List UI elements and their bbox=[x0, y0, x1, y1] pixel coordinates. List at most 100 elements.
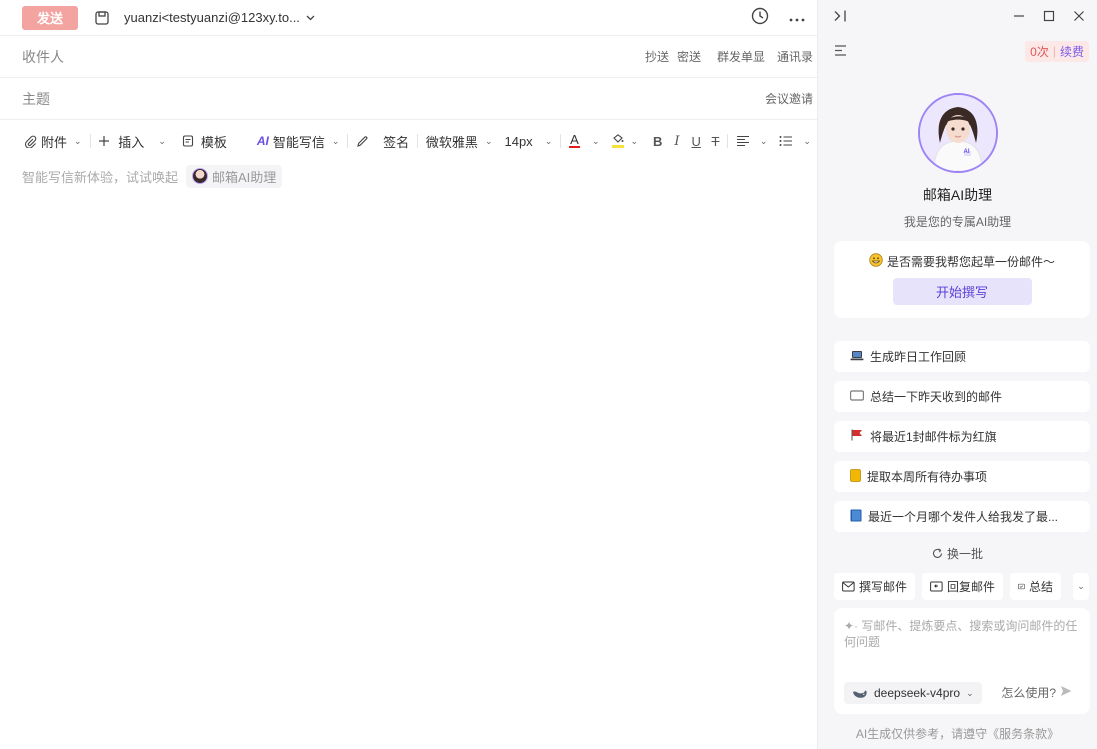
send-button[interactable]: 发送 bbox=[22, 5, 78, 30]
minimize-icon[interactable] bbox=[1013, 10, 1025, 25]
ai-hint-text: 智能写信新体验，试试唤起 bbox=[22, 169, 179, 185]
compose-top-actions bbox=[751, 7, 805, 28]
chevron-down-icon: ⌄ bbox=[966, 687, 974, 698]
font-size-select[interactable]: 14px ⌄ bbox=[498, 134, 558, 149]
ai-assistant-panel: 0次 | 续费 AI 邮箱AI助理 我是您的专属AI助理 是否需要我帮您起草一份… bbox=[818, 0, 1097, 749]
refresh-suggestions-button[interactable]: 换一批 bbox=[818, 545, 1097, 562]
more-options-icon[interactable] bbox=[789, 10, 805, 25]
insert-button[interactable]: 插入 ⌄ bbox=[92, 132, 172, 151]
model-name: deepseek-v4pro bbox=[874, 686, 961, 700]
suggestion-text: 最近一个月哪个发件人给我发了最... bbox=[868, 510, 1059, 524]
how-to-use-link[interactable]: 怎么使用? bbox=[1001, 684, 1056, 701]
underline-button[interactable]: U bbox=[687, 134, 706, 149]
suggestion-item[interactable]: 将最近1封邮件标为红旗 bbox=[834, 421, 1090, 452]
suggestion-item[interactable]: 提取本周所有待办事项 bbox=[834, 461, 1090, 492]
usage-badge[interactable]: 0次 | 续费 bbox=[1025, 40, 1089, 62]
ai-chat-input[interactable]: ✦· 写邮件、提炼要点、搜索或询问邮件的任何问题 deepseek-v4pro … bbox=[834, 608, 1090, 714]
template-label: 模板 bbox=[200, 134, 227, 150]
divider bbox=[89, 134, 91, 148]
quick-actions: 撰写邮件 回复邮件 总结 ⌄ bbox=[834, 573, 1089, 600]
sender-address: yuanzi<testyuanzi@123xy.to... bbox=[124, 10, 300, 25]
suggestion-item[interactable]: 生成昨日工作回顾 bbox=[834, 341, 1090, 372]
menu-icon[interactable] bbox=[834, 44, 847, 59]
ai-assistant-subtitle: 我是您的专属AI助理 bbox=[903, 215, 1012, 229]
refresh-icon bbox=[933, 548, 943, 558]
ai-write-label: 智能写信 bbox=[272, 134, 325, 150]
mail-compose-window: 发送 yuanzi<testyuanzi@123xy.to... 收件人 抄送 bbox=[0, 0, 1097, 749]
start-writing-button[interactable]: 开始撰写 bbox=[892, 278, 1032, 305]
chevron-down-icon: ⌄ bbox=[158, 135, 166, 146]
draft-prompt-text: 是否需要我帮您起草一份邮件～ bbox=[886, 255, 1055, 269]
bold-button[interactable]: B bbox=[648, 134, 667, 149]
quick-action-label: 撰写邮件 bbox=[859, 580, 908, 594]
divider bbox=[560, 134, 561, 148]
pen-icon bbox=[357, 135, 368, 147]
schedule-clock-icon[interactable] bbox=[751, 7, 769, 28]
maximize-icon[interactable] bbox=[1043, 10, 1055, 25]
usage-count: 0次 bbox=[1030, 44, 1049, 59]
italic-button[interactable]: I bbox=[667, 134, 686, 149]
compose-topbar: 发送 yuanzi<testyuanzi@123xy.to... bbox=[0, 0, 817, 36]
close-icon[interactable] bbox=[1073, 10, 1085, 25]
deepseek-whale-icon bbox=[853, 690, 867, 698]
highlight-color-button[interactable]: ⌄ bbox=[606, 134, 645, 148]
usage-separator: | bbox=[1052, 44, 1056, 58]
chevron-down-icon: ⌄ bbox=[630, 135, 639, 146]
send-arrow-icon[interactable] bbox=[1060, 685, 1072, 700]
ai-avatar: AI bbox=[917, 93, 998, 173]
ai-write-button[interactable]: AI 智能写信 ⌄ bbox=[251, 132, 346, 151]
ai-chat-placeholder-row: ✦· 写邮件、提炼要点、搜索或询问邮件的任何问题 bbox=[844, 618, 1080, 650]
attachment-button[interactable]: 附件 ⌄ bbox=[18, 132, 88, 151]
quick-summary-button[interactable]: 总结 bbox=[1010, 573, 1062, 600]
strikethrough-button[interactable]: T bbox=[706, 134, 725, 149]
ai-assistant-name: 邮箱AI助理 bbox=[922, 187, 993, 203]
model-selector[interactable]: deepseek-v4pro ⌄ bbox=[844, 682, 982, 704]
envelope-icon bbox=[850, 390, 864, 404]
align-button[interactable]: ⌄ bbox=[730, 135, 774, 147]
sender-selector[interactable]: yuanzi<testyuanzi@123xy.to... bbox=[124, 10, 315, 25]
quick-action-label: 回复邮件 bbox=[947, 580, 996, 594]
contacts-link[interactable]: 通讯录 bbox=[777, 48, 813, 65]
compose-mail-icon bbox=[842, 581, 855, 592]
quick-reply-button[interactable]: 回复邮件 bbox=[922, 573, 1004, 600]
list-button[interactable]: ⌄ bbox=[773, 135, 817, 147]
meeting-invite-link[interactable]: 会议邀请 bbox=[765, 90, 813, 107]
suggestion-text: 将最近1封邮件标为红旗 bbox=[870, 430, 997, 444]
renew-link[interactable]: 续费 bbox=[1060, 43, 1084, 60]
attachment-label: 附件 bbox=[41, 134, 68, 150]
suggestion-list: 生成昨日工作回顾 总结一下昨天收到的邮件 将最近1封邮件标为红旗 提取本周所有待… bbox=[834, 341, 1090, 532]
suggestion-item[interactable]: 最近一个月哪个发件人给我发了最... bbox=[834, 501, 1090, 532]
save-draft-icon[interactable] bbox=[92, 8, 112, 28]
subject-row[interactable]: 主题 会议邀请 bbox=[0, 78, 817, 120]
email-body-editor[interactable] bbox=[0, 200, 817, 749]
suggestion-text: 总结一下昨天收到的邮件 bbox=[870, 390, 1003, 404]
font-color-button[interactable]: A ⌄ bbox=[563, 133, 606, 148]
font-family-select[interactable]: 微软雅黑 ⌄ bbox=[420, 132, 499, 151]
collapse-panel-icon[interactable] bbox=[834, 10, 848, 25]
signature-button[interactable]: 签名 bbox=[350, 132, 415, 151]
insert-label: 插入 bbox=[118, 134, 145, 150]
reply-mail-icon bbox=[930, 581, 943, 592]
align-left-icon bbox=[736, 135, 749, 147]
notepad-icon bbox=[850, 468, 861, 485]
ai-avatar-badge: AI bbox=[963, 149, 970, 155]
cc-link[interactable]: 抄送 bbox=[645, 48, 669, 65]
ai-panel-subheader: 0次 | 续费 bbox=[818, 34, 1097, 68]
ai-assistant-chip[interactable]: 邮箱AI助理 bbox=[186, 164, 283, 188]
bcc-link[interactable]: 密送 bbox=[677, 48, 701, 65]
suggestion-text: 提取本周所有待办事项 bbox=[867, 470, 988, 484]
chevron-down-icon bbox=[306, 15, 315, 20]
quick-compose-button[interactable]: 撰写邮件 bbox=[834, 573, 916, 600]
summary-mail-icon bbox=[1018, 583, 1025, 590]
chevron-down-icon: ⌄ bbox=[74, 135, 82, 146]
red-flag-icon bbox=[850, 429, 864, 444]
highlight-bucket-icon bbox=[611, 134, 624, 148]
recipient-row[interactable]: 收件人 抄送 密送 群发单显 通讯录 bbox=[0, 36, 817, 78]
template-button[interactable]: 模板 bbox=[176, 132, 233, 151]
suggestion-item[interactable]: 总结一下昨天收到的邮件 bbox=[834, 381, 1090, 412]
compose-area: 发送 yuanzi<testyuanzi@123xy.to... 收件人 抄送 bbox=[0, 0, 818, 749]
quick-actions-expand-icon[interactable]: ⌄ bbox=[1073, 573, 1089, 600]
grin-emoji-icon bbox=[869, 253, 883, 270]
separate-send-link[interactable]: 群发单显 bbox=[717, 48, 765, 65]
chevron-down-icon: ⌄ bbox=[591, 135, 600, 146]
